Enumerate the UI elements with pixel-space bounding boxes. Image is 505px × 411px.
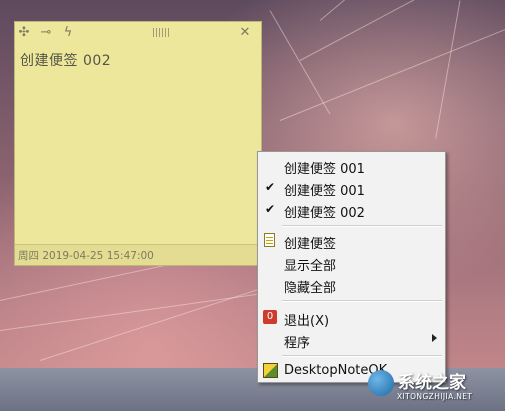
plus-icon[interactable]: ✣ [17, 25, 31, 41]
menu-item-note-002-checked[interactable]: ✔ 创建便签 002 [258, 199, 445, 221]
menu-item-show-all[interactable]: 显示全部 [258, 252, 445, 274]
menu-item-hide-all[interactable]: 隐藏全部 [258, 274, 445, 296]
note-date: 周四 2019-04-25 15:47:00 [18, 250, 154, 262]
context-menu: 创建便签 001 ✔ 创建便签 001 ✔ 创建便签 002 创建便签 显示全部… [257, 151, 446, 383]
menu-separator [282, 355, 442, 357]
menu-item-note-001[interactable]: 创建便签 001 [258, 155, 445, 177]
lightning-icon[interactable]: ϟ [61, 25, 75, 41]
app-icon [263, 363, 278, 378]
watermark: 系统之家 XITONGZHIJIA.NET [368, 366, 503, 408]
menu-item-note-001-checked[interactable]: ✔ 创建便签 001 [258, 177, 445, 199]
menu-separator [282, 300, 442, 302]
check-icon: ✔ [265, 202, 276, 216]
submenu-arrow-icon [432, 334, 437, 342]
check-icon: ✔ [265, 180, 276, 194]
watermark-logo-icon [368, 370, 394, 396]
close-icon[interactable]: ✕ [238, 25, 252, 41]
exit-icon: 0 [263, 310, 277, 324]
menu-item-exit[interactable]: 0 退出(X) [258, 307, 445, 329]
grip-icon[interactable] [153, 28, 169, 37]
sticky-note-window[interactable]: ✣ ⊸ ϟ ✕ 创建便签 002 周四 2019-04-25 15:47:00 [14, 21, 262, 266]
menu-item-program[interactable]: 程序 [258, 329, 445, 351]
watermark-url: XITONGZHIJIA.NET [397, 392, 473, 401]
note-footer: 周四 2019-04-25 15:47:00 [15, 244, 261, 265]
note-title[interactable]: 创建便签 002 [20, 50, 111, 70]
note-icon [264, 233, 275, 247]
note-toolbar: ✣ ⊸ ϟ ✕ [15, 22, 261, 46]
pin-icon[interactable]: ⊸ [39, 25, 53, 41]
menu-item-create-note[interactable]: 创建便签 [258, 230, 445, 252]
menu-separator [282, 225, 442, 227]
watermark-text: 系统之家 [398, 373, 466, 393]
